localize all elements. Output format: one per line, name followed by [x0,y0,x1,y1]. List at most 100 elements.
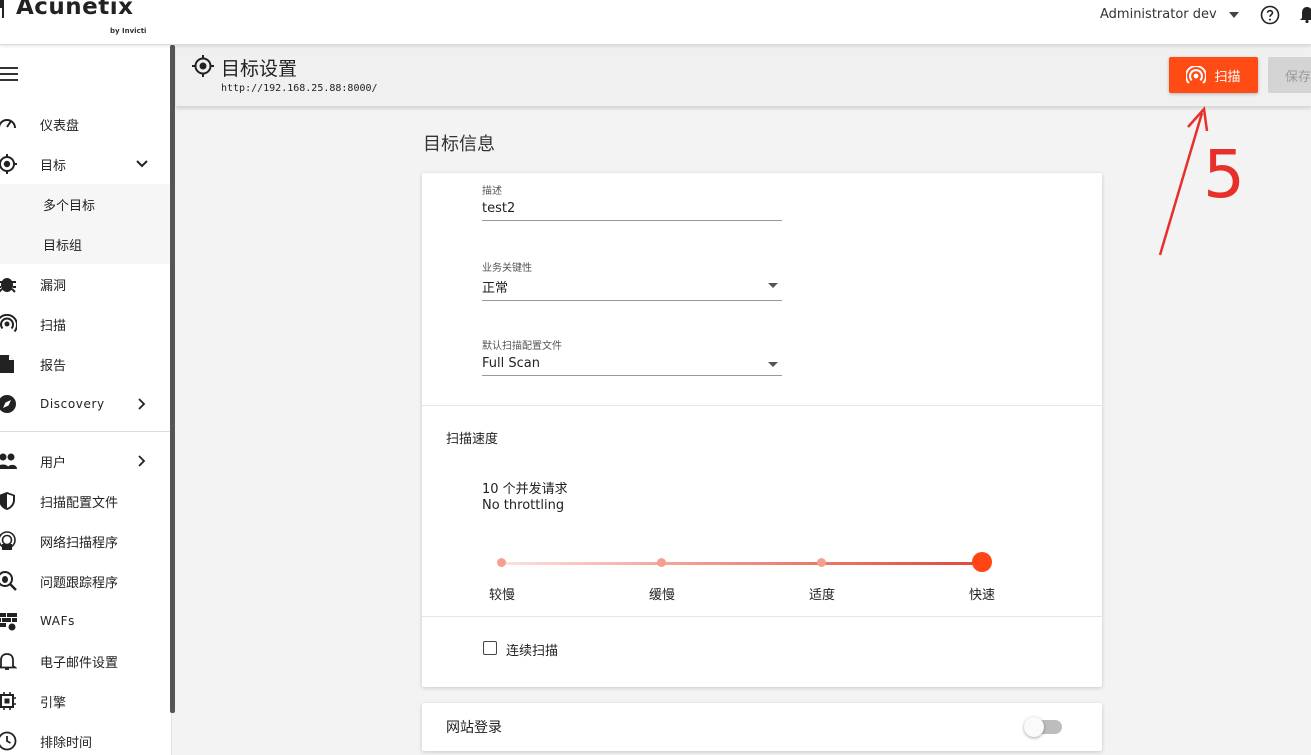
scan-speed-slider-thumb[interactable] [972,552,992,572]
site-login-toggle[interactable] [1024,717,1062,737]
sidebar: 仪表盘 目标 多个目标 目标组 漏洞 扫描 报告 Discovery 用户 扫描… [0,45,172,755]
continuous-scan-checkbox[interactable] [483,641,497,655]
criticality-select[interactable]: 正常 [482,277,782,301]
target-icon [0,154,17,174]
save-button[interactable]: 保存 [1268,57,1311,93]
chevron-down-icon [136,160,148,168]
bell-icon[interactable] [1300,5,1311,23]
sidebar-item-label: 问题跟踪程序 [40,575,119,591]
sidebar-divider [0,431,170,432]
save-button-label: 保存 [1285,69,1311,85]
annotation-number: 5 [1203,136,1245,213]
logo-text: Acunetix [16,0,134,20]
sidebar-item-label: 排除时间 [40,735,93,751]
acunetix-logo[interactable]: Acunetix [0,0,134,20]
chevron-right-icon [138,455,146,467]
sidebar-item-scans[interactable]: 扫描 [0,304,170,344]
target-icon [192,55,214,77]
sidebar-item-excluded-hours[interactable]: 排除时间 [0,721,170,755]
scan-speed-slider-track[interactable] [502,562,982,565]
slider-step-moderate[interactable] [817,558,826,567]
scan-speed-title: 扫描速度 [446,432,499,447]
card-divider [422,405,1102,406]
sidebar-item-label: 仪表盘 [40,118,80,134]
card-divider [422,616,1102,617]
slider-label-slow: 缓慢 [648,588,675,603]
sidebar-item-label: 扫描配置文件 [40,495,119,511]
sidebar-item-multiple-targets[interactable]: 多个目标 [0,184,170,224]
sidebar-item-issue-trackers[interactable]: 问题跟踪程序 [0,561,170,601]
bug-search-icon [0,571,17,591]
criticality-label: 业务关键性 [482,263,532,274]
slider-label-fast: 快速 [968,588,995,603]
sidebar-item-label: 用户 [40,455,67,471]
sidebar-item-discovery[interactable]: Discovery [0,384,170,424]
logo-subtitle: by Invicti [110,27,147,35]
bell-outline-icon [0,653,17,670]
user-menu[interactable]: Administrator dev [1100,7,1239,22]
description-input[interactable]: test2 [482,201,782,221]
user-name: Administrator dev [1100,7,1217,22]
sidebar-item-label: 漏洞 [40,278,67,294]
page-title: 目标设置 [221,58,298,80]
sidebar-item-label: 多个目标 [43,198,96,214]
gauge-icon [0,119,16,129]
sidebar-item-reports[interactable]: 报告 [0,344,170,384]
sidebar-item-label: 网络扫描程序 [40,535,119,551]
radar-icon [0,314,17,333]
slider-step-slow[interactable] [657,558,666,567]
sidebar-scrollbar[interactable] [170,45,175,713]
sidebar-item-scan-profiles[interactable]: 扫描配置文件 [0,481,170,521]
shield-icon [0,492,15,510]
sidebar-item-targets[interactable]: 目标 [0,144,170,184]
toggle-knob [1024,717,1044,737]
sidebar-item-label: WAFs [40,614,75,628]
sidebar-item-engines[interactable]: 引擎 [0,681,170,721]
sidebar-item-label: 报告 [40,358,67,374]
sidebar-item-label: 引擎 [40,695,67,711]
sidebar-item-dashboard[interactable]: 仪表盘 [0,104,170,144]
top-bar: Acunetix by Invicti Administrator dev [0,0,1311,45]
sidebar-item-label: Discovery [40,397,105,411]
concurrent-requests-text: 10 个并发请求 [482,482,568,497]
sidebar-item-label: 电子邮件设置 [40,655,119,671]
sidebar-item-label: 目标 [40,158,67,174]
sidebar-item-target-groups[interactable]: 目标组 [0,224,170,264]
page-header: 目标设置 http://192.168.25.88:8000/ 扫描 保存 [176,45,1311,107]
slider-label-moderate: 适度 [808,588,835,603]
throttling-text: No throttling [482,498,565,513]
bug-icon [0,278,16,293]
sidebar-item-label: 扫描 [40,318,67,334]
scan-profile-label: 默认扫描配置文件 [482,341,562,352]
caret-down-icon [1228,11,1239,18]
sidebar-item-label: 目标组 [43,238,83,254]
network-scanner-icon [0,531,16,550]
section-title: 目标信息 [423,134,495,155]
sidebar-item-vulnerabilities[interactable]: 漏洞 [0,264,170,304]
scan-button-label: 扫描 [1214,69,1241,85]
firewall-icon [0,613,17,631]
sidebar-item-email-settings[interactable]: 电子邮件设置 [0,641,170,681]
sidebar-item-wafs[interactable]: WAFs [0,601,170,641]
description-label: 描述 [482,186,502,197]
continuous-scan-label: 连续扫描 [506,644,559,659]
sidebar-item-users[interactable]: 用户 [0,441,170,481]
target-url: http://192.168.25.88:8000/ [221,83,378,94]
scan-profile-select[interactable]: Full Scan [482,356,782,376]
users-icon [0,453,17,469]
clock-icon [0,731,17,751]
sidebar-item-network-scanner[interactable]: 网络扫描程序 [0,521,170,561]
menu-icon[interactable] [0,67,18,81]
question-circle-icon[interactable] [1260,5,1280,25]
radar-icon [1186,66,1207,84]
slider-label-slower: 较慢 [488,588,515,603]
document-icon [0,355,14,373]
site-login-title: 网站登录 [446,720,502,736]
target-info-card: 描述 test2 业务关键性 正常 默认扫描配置文件 Full Scan 扫描速… [422,173,1102,687]
compass-icon [0,395,16,413]
slider-step-slower[interactable] [497,558,506,567]
chip-icon [0,692,16,710]
chevron-right-icon [138,398,146,410]
scan-button[interactable]: 扫描 [1169,57,1258,93]
site-login-card: 网站登录 [422,703,1102,751]
